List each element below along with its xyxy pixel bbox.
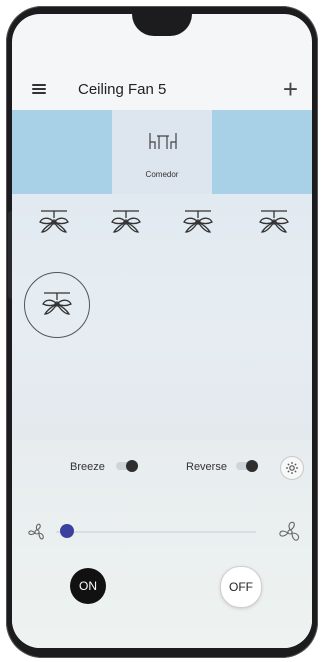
- control-panel: Breeze Reverse ON OFF: [12, 440, 312, 648]
- reverse-label: Reverse: [186, 461, 227, 473]
- camera-notch: [132, 14, 192, 36]
- fan-low-icon: [28, 523, 44, 540]
- gear-icon: [286, 462, 298, 474]
- breeze-toggle[interactable]: [116, 460, 138, 472]
- add-icon[interactable]: +: [283, 74, 298, 104]
- speed-slider-knob[interactable]: [60, 524, 74, 538]
- page-title: Ceiling Fan 5: [78, 81, 167, 98]
- breeze-label: Breeze: [70, 461, 105, 473]
- selected-fan[interactable]: [24, 272, 90, 338]
- ceiling-fan-icon[interactable]: [36, 208, 72, 238]
- fan-high-icon: [279, 521, 300, 541]
- ceiling-fan-icon[interactable]: [256, 208, 292, 238]
- reverse-toggle[interactable]: [236, 460, 258, 472]
- room-selector: Comedor: [12, 110, 312, 194]
- ceiling-fan-icon[interactable]: [180, 208, 216, 238]
- toggle-row: Breeze Reverse: [12, 452, 312, 482]
- room-tab-next[interactable]: [212, 110, 312, 194]
- ceiling-fan-icon[interactable]: [108, 208, 144, 238]
- app-bar: Ceiling Fan 5 +: [12, 70, 312, 110]
- menu-icon[interactable]: [32, 84, 46, 94]
- ceiling-fan-icon: [42, 292, 72, 315]
- room-label: Comedor: [145, 170, 179, 179]
- speed-slider-row: [12, 518, 312, 546]
- room-tab-prev[interactable]: [12, 110, 112, 194]
- on-button[interactable]: ON: [70, 568, 106, 604]
- app-screen: Ceiling Fan 5 + Comedor Breeze Reverse O…: [12, 14, 312, 648]
- room-tab-comedor[interactable]: Comedor: [112, 110, 212, 194]
- fan-area: Comedor: [12, 110, 312, 440]
- off-button[interactable]: OFF: [220, 566, 262, 608]
- settings-button[interactable]: [280, 456, 304, 480]
- speed-slider-track[interactable]: [56, 531, 256, 533]
- dining-table-icon: [149, 133, 177, 149]
